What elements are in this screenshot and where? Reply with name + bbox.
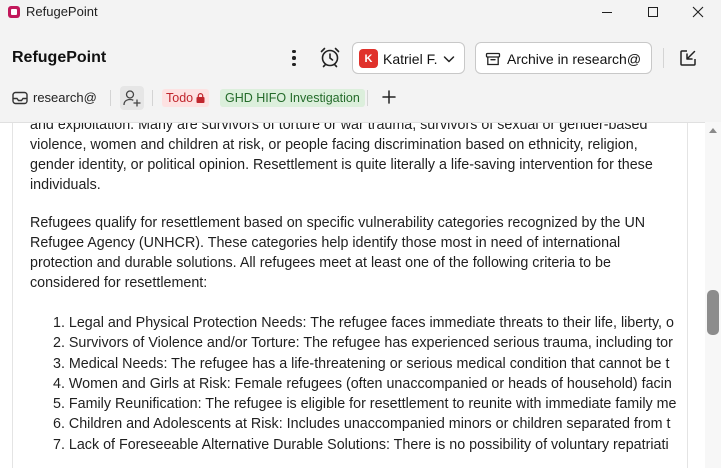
minimize-button[interactable] xyxy=(584,0,630,24)
tag-divider xyxy=(367,90,368,106)
arrow-box-icon xyxy=(680,50,696,66)
criteria-list: 1. Legal and Physical Protection Needs: … xyxy=(53,313,677,455)
avatar: K xyxy=(359,49,378,68)
scrollbar-thumb[interactable] xyxy=(707,290,719,335)
minimize-icon xyxy=(602,11,612,13)
message-card: and exploitation. Many are survivors of … xyxy=(12,122,688,468)
app-brand: RefugePoint xyxy=(12,49,107,66)
add-participant-button[interactable] xyxy=(120,86,144,110)
tag-label: GHD HIFO Investigation xyxy=(225,91,360,105)
scroll-up-arrow-icon[interactable] xyxy=(709,128,717,133)
app-header: RefugePoint K Katriel F. Archive in rese… xyxy=(0,36,721,80)
assignee-dropdown[interactable]: K Katriel F. xyxy=(352,42,465,74)
add-tag-button[interactable] xyxy=(380,88,398,106)
archive-button[interactable]: Archive in research@ xyxy=(475,42,652,74)
text-line: violence, women and children at risk, or… xyxy=(30,137,638,153)
text-line: Refugees qualify for resettlement based … xyxy=(30,215,646,231)
list-item: 1. Legal and Physical Protection Needs: … xyxy=(53,315,674,331)
inbox-name[interactable]: research@ xyxy=(33,90,97,105)
list-item: 2. Survivors of Violence and/or Torture:… xyxy=(53,335,673,352)
dot xyxy=(292,62,296,67)
chevron-down-icon xyxy=(443,56,455,63)
archive-box-icon xyxy=(485,52,501,66)
app-logo-icon xyxy=(8,6,20,18)
close-icon xyxy=(692,6,704,18)
maximize-button[interactable] xyxy=(630,0,676,24)
more-options-icon xyxy=(292,49,296,54)
list-item: 7. Lack of Foreseeable Alternative Durab… xyxy=(53,436,669,453)
tag-todo[interactable]: Todo xyxy=(162,89,210,107)
close-window-button[interactable] xyxy=(675,0,721,24)
maximize-icon xyxy=(648,7,658,17)
tag-label: Todo xyxy=(166,91,194,105)
text-line: gender identity, or political opinion. R… xyxy=(30,157,653,173)
lock-icon xyxy=(196,93,205,103)
text-line: individuals. xyxy=(30,177,101,193)
text-line: Refugee Agency (UNHCR). These categories… xyxy=(30,235,621,251)
alarm-clock-icon xyxy=(320,47,340,68)
add-person-icon xyxy=(123,90,141,107)
dot xyxy=(292,56,296,60)
text-line: considered for resettlement: xyxy=(30,275,208,291)
tag-divider xyxy=(152,90,153,106)
message-body-area: and exploitation. Many are survivors of … xyxy=(0,122,705,468)
assignee-name: Katriel F. xyxy=(383,51,438,67)
open-external-button[interactable] xyxy=(678,48,698,68)
list-item: 5. Family Reunification: The refugee is … xyxy=(53,396,677,413)
list-item: 6. Children and Adolescents at Risk: Inc… xyxy=(53,416,671,433)
paragraph-intro: and exploitation. Many are survivors of … xyxy=(30,122,687,195)
tag-ghd-hifo-investigation[interactable]: GHD HIFO Investigation xyxy=(220,89,365,107)
more-options-button[interactable] xyxy=(285,46,303,70)
list-item: 3. Medical Needs: The refugee has a life… xyxy=(53,355,670,372)
thread-tag-bar: research@ Todo GHD HIFO Investigation xyxy=(0,84,721,112)
text-line: and exploitation. Many are survivors of … xyxy=(30,122,648,133)
archive-label: Archive in research@ xyxy=(507,51,642,67)
window-title: RefugePoint xyxy=(26,4,98,19)
snooze-reminder-button[interactable] xyxy=(318,45,342,69)
tag-divider xyxy=(110,90,111,106)
text-line: protection and durable solutions. All re… xyxy=(30,255,611,271)
inbox-icon xyxy=(12,91,28,105)
list-item: 4. Women and Girls at Risk: Female refug… xyxy=(53,375,672,392)
paragraph-qualify: Refugees qualify for resettlement based … xyxy=(30,213,687,293)
window-titlebar: RefugePoint xyxy=(0,0,721,24)
plus-icon xyxy=(382,90,396,104)
header-divider xyxy=(663,48,664,68)
